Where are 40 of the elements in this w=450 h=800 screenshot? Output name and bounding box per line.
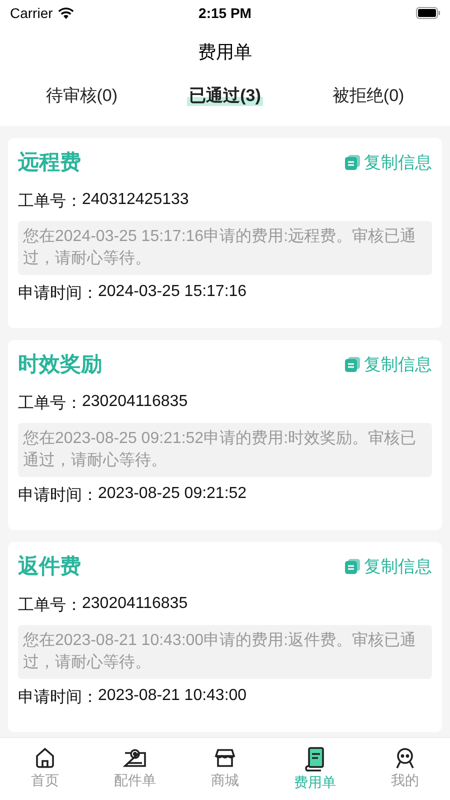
nav-tab[interactable]: 我的	[370, 746, 440, 790]
apply-time: 2023-08-25 09:21:52	[98, 485, 247, 504]
store-icon	[213, 746, 237, 770]
status-notice: 您在2024-03-25 15:17:16申请的费用:远程费。审核已通过，请耐心等待。	[18, 221, 432, 275]
copy-info-button[interactable]: 复制信息	[345, 150, 432, 174]
document-icon	[303, 746, 327, 772]
nav-tab[interactable]: 商城	[190, 746, 260, 790]
order-number: 230204116835	[82, 393, 188, 412]
nav-tab[interactable]: 首页	[10, 746, 80, 790]
copy-icon	[345, 356, 360, 372]
apply-time-label: 申请时间：	[18, 284, 98, 304]
copy-info-button[interactable]: 复制信息	[345, 352, 432, 376]
status-notice: 您在2023-08-21 10:43:00申请的费用:返件费。审核已通过，请耐心等待。	[18, 625, 432, 679]
copy-info-button[interactable]: 复制信息	[345, 554, 432, 578]
order-number-label: 工单号：	[18, 596, 82, 616]
filter-tab[interactable]: 被拒绝(0)	[330, 86, 406, 106]
filter-tab[interactable]: 已通过(3)	[187, 86, 263, 106]
copy-icon	[345, 558, 360, 574]
order-number-label: 工单号：	[18, 192, 82, 212]
fee-title: 远程费	[18, 150, 81, 176]
order-number: 240312425133	[82, 191, 189, 210]
apply-time: 2024-03-25 15:17:16	[98, 283, 247, 302]
wifi-icon	[58, 6, 74, 18]
order-number-label: 工单号：	[18, 394, 82, 414]
clock-time: 2:15 PM	[198, 4, 252, 20]
status-notice: 您在2023-08-25 09:21:52申请的费用:时效奖励。审核已通过，请耐心等待。	[18, 423, 432, 477]
apply-time-label: 申请时间：	[18, 486, 98, 506]
order-number: 230204116835	[82, 595, 188, 614]
nav-tab[interactable]: 配件单	[100, 746, 170, 790]
apply-time-label: 申请时间：	[18, 688, 98, 708]
nav-tab[interactable]: 费用单	[280, 746, 350, 792]
filter-tab[interactable]: 待审核(0)	[44, 86, 120, 106]
copy-icon	[345, 154, 360, 170]
home-icon	[33, 746, 57, 770]
carrier-label: Carrier	[10, 4, 53, 20]
apply-time: 2023-08-21 10:43:00	[98, 687, 247, 706]
fee-title: 时效奖励	[18, 352, 102, 378]
fee-title: 返件费	[18, 554, 81, 580]
battery-icon	[416, 6, 440, 18]
page-title: 费用单	[197, 41, 253, 64]
